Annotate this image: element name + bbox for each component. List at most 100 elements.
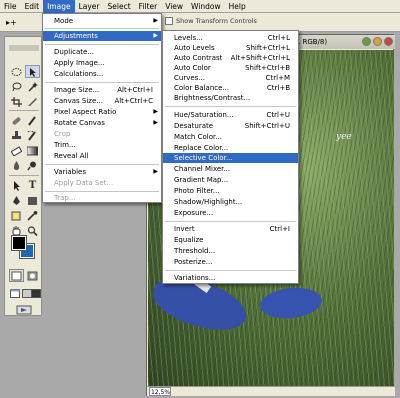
menu-item-auto-contrast[interactable]: Auto Contrast Alt+Shift+Ctrl+L	[163, 53, 298, 63]
menu-separator	[165, 106, 296, 107]
menu-image[interactable]: Image	[43, 0, 75, 13]
menu-item-trim[interactable]: Trim...	[43, 140, 161, 150]
menu-item-auto-levels[interactable]: Auto Levels Shift+Ctrl+L	[163, 43, 298, 53]
show-transform-controls-checkbox[interactable]: Show Transform Controls	[165, 17, 257, 25]
menu-item-selective-color[interactable]: Selective Color...	[163, 153, 298, 163]
shape-tool-icon[interactable]	[25, 194, 40, 207]
toolbox-divider	[9, 110, 39, 111]
menu-item-auto-color[interactable]: Auto Color Shift+Ctrl+B	[163, 63, 298, 73]
menu-item-match-color[interactable]: Match Color...	[163, 132, 298, 142]
screen-mode-full-icon[interactable]	[31, 287, 41, 300]
history-brush-tool-icon[interactable]	[25, 129, 40, 142]
menu-item-desaturate[interactable]: Desaturate Shift+Ctrl+U	[163, 121, 298, 131]
adjustments-submenu: Levels... Ctrl+L Auto Levels Shift+Ctrl+L …	[162, 30, 299, 284]
close-window-icon[interactable]	[384, 37, 393, 46]
menu-separator	[165, 270, 296, 271]
submenu-arrow-icon: ▶	[153, 17, 158, 24]
status-bar: 12,5%	[147, 386, 395, 396]
menu-item-levels[interactable]: Levels... Ctrl+L	[163, 33, 298, 43]
menu-item-posterize[interactable]: Posterize...	[163, 257, 298, 267]
menu-bar: File Edit Image Layer Select Filter View…	[0, 0, 400, 13]
menu-separator	[45, 82, 159, 83]
crop-tool-icon[interactable]	[9, 95, 24, 108]
dodge-tool-icon[interactable]	[25, 159, 40, 172]
healing-brush-tool-icon[interactable]	[9, 114, 24, 127]
menu-item-image-size[interactable]: Image Size... Alt+Ctrl+I	[43, 85, 161, 95]
menu-item-calculations[interactable]: Calculations...	[43, 69, 161, 79]
menu-item-duplicate[interactable]: Duplicate...	[43, 47, 161, 57]
zoom-tool-icon[interactable]	[25, 224, 40, 237]
menu-item-curves[interactable]: Curves... Ctrl+M	[163, 73, 298, 83]
menu-filter[interactable]: Filter	[135, 0, 162, 13]
photo-watermark: yee	[336, 132, 352, 142]
menu-item-exposure[interactable]: Exposure...	[163, 208, 298, 218]
checkbox-icon[interactable]	[165, 17, 173, 25]
menu-item-threshold[interactable]: Threshold...	[163, 246, 298, 256]
clone-stamp-tool-icon[interactable]	[9, 129, 24, 142]
menu-item-photo-filter[interactable]: Photo Filter...	[163, 186, 298, 196]
pen-tool-icon[interactable]	[9, 194, 24, 207]
toolbox-header[interactable]	[9, 45, 39, 51]
jump-to-imageready-icon[interactable]	[9, 303, 39, 316]
blur-tool-icon[interactable]	[9, 159, 24, 172]
notes-tool-icon[interactable]	[9, 209, 24, 222]
slice-tool-icon[interactable]	[25, 95, 40, 108]
quick-mask-mode-icon[interactable]	[25, 269, 40, 282]
menu-item-color-balance[interactable]: Color Balance... Ctrl+B	[163, 83, 298, 93]
menu-item-variables[interactable]: Variables ▶	[43, 167, 161, 177]
menu-separator	[45, 164, 159, 165]
menu-edit[interactable]: Edit	[21, 0, 44, 13]
path-selection-tool-icon[interactable]	[9, 179, 24, 192]
marquee-tool-icon[interactable]	[9, 65, 24, 78]
menu-item-equalize[interactable]: Equalize	[163, 235, 298, 245]
eraser-tool-icon[interactable]	[9, 144, 24, 157]
menu-item-gradient-map[interactable]: Gradient Map...	[163, 175, 298, 185]
standard-mode-icon[interactable]	[9, 269, 24, 282]
menu-separator	[45, 191, 159, 192]
magic-wand-tool-icon[interactable]	[25, 80, 40, 93]
menu-file[interactable]: File	[0, 0, 21, 13]
menu-select[interactable]: Select	[104, 0, 135, 13]
menu-window[interactable]: Window	[187, 0, 225, 13]
menu-item-invert[interactable]: Invert Ctrl+I	[163, 224, 298, 234]
menu-item-channel-mixer[interactable]: Channel Mixer...	[163, 164, 298, 174]
menu-item-crop: Crop	[54, 130, 71, 138]
tool-preset-picker[interactable]: ▸+	[6, 16, 36, 29]
foreground-color-swatch[interactable]	[11, 235, 27, 251]
type-tool-icon[interactable]: T	[25, 179, 40, 192]
menu-item-variations[interactable]: Variations...	[163, 273, 298, 283]
menu-item-adjustments[interactable]: Adjustments ▶	[43, 31, 161, 41]
menu-item-pixel-aspect-ratio[interactable]: Pixel Aspect Ratio ▶	[43, 107, 161, 117]
zoom-level-field[interactable]: 12,5%	[149, 387, 171, 396]
move-tool-icon[interactable]	[25, 65, 40, 78]
menu-separator	[45, 28, 159, 29]
menu-view[interactable]: View	[161, 0, 187, 13]
menu-item-canvas-size[interactable]: Canvas Size... Alt+Ctrl+C	[43, 96, 161, 106]
minimize-window-icon[interactable]	[362, 37, 371, 46]
brush-tool-icon[interactable]	[25, 114, 40, 127]
menu-help[interactable]: Help	[225, 0, 250, 13]
gradient-tool-icon[interactable]	[25, 144, 40, 157]
menu-item-brightness-contrast[interactable]: Brightness/Contrast...	[163, 93, 298, 103]
image-menu: Mode ▶ Adjustments ▶ Duplicate... Apply Im…	[42, 13, 162, 203]
eyedropper-tool-icon[interactable]	[25, 209, 40, 222]
toolbox-divider	[9, 175, 39, 176]
maximize-window-icon[interactable]	[373, 37, 382, 46]
flip-flop-right	[258, 284, 324, 322]
submenu-arrow-icon: ▶	[153, 168, 158, 175]
menu-layer[interactable]: Layer	[75, 0, 104, 13]
menu-item-rotate-canvas[interactable]: Rotate Canvas ▶	[43, 118, 161, 128]
menu-item-hue-saturation[interactable]: Hue/Saturation... Ctrl+U	[163, 110, 298, 120]
menu-item-trap: Trap...	[54, 194, 76, 202]
lasso-tool-icon[interactable]	[9, 80, 24, 93]
menu-separator	[165, 221, 296, 222]
submenu-arrow-icon: ▶	[153, 108, 158, 115]
menu-item-replace-color[interactable]: Replace Color...	[163, 143, 298, 153]
menu-separator	[45, 44, 159, 45]
submenu-arrow-icon: ▶	[153, 119, 158, 126]
show-transform-controls-label: Show Transform Controls	[176, 17, 257, 25]
menu-item-shadow-highlight[interactable]: Shadow/Highlight...	[163, 197, 298, 207]
menu-item-apply-image[interactable]: Apply Image...	[43, 58, 161, 68]
menu-item-reveal-all[interactable]: Reveal All	[43, 151, 161, 161]
menu-item-mode[interactable]: Mode ▶	[43, 16, 161, 26]
